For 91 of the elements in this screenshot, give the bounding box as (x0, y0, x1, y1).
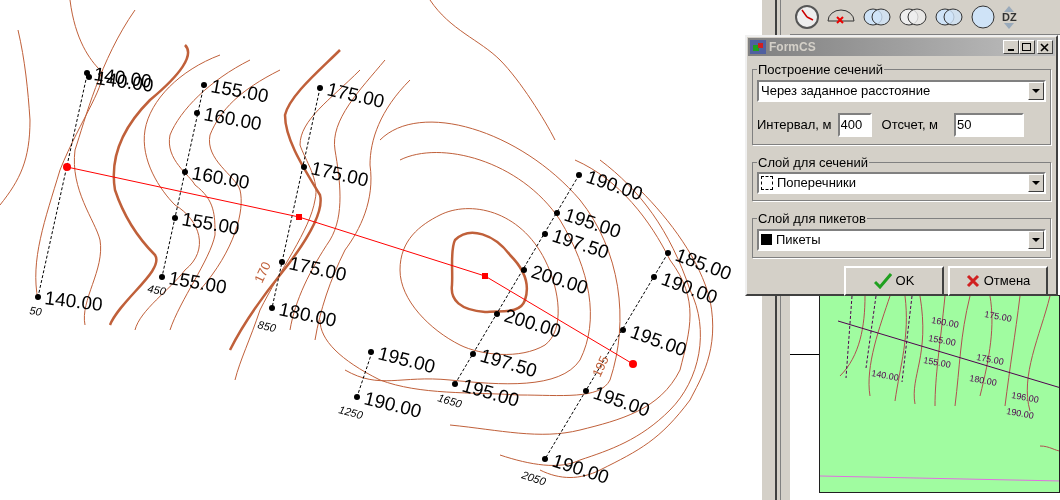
overlapping-circles-icon[interactable] (862, 7, 892, 27)
ok-button[interactable]: OK (844, 265, 944, 296)
station-label: 2050 (520, 468, 548, 488)
preview-label: 175.00 (975, 352, 1005, 367)
survey-point (470, 351, 476, 357)
survey-point (301, 164, 307, 170)
elevation-label: 175.00 (287, 252, 349, 286)
elevation-label: 200.00 (501, 304, 564, 342)
close-icon (1040, 42, 1050, 52)
elevation-label: 175.00 (309, 157, 371, 191)
survey-point (542, 231, 548, 237)
preview-label: 155.00 (922, 355, 952, 370)
elevation-label: 155.00 (167, 267, 229, 298)
field-label: Отсчет, м (881, 115, 939, 134)
minimize-button[interactable] (1003, 40, 1019, 54)
survey-point (354, 394, 360, 400)
elevation-label: 195.00 (376, 342, 438, 378)
dropdown[interactable]: Пикеты (757, 228, 1046, 251)
preview-label: 190.00 (1005, 406, 1035, 421)
preview-label: 180.00 (968, 373, 998, 388)
group-title: Слой для пикетов (757, 210, 867, 228)
elevation-label: 155.00 (180, 208, 242, 239)
overlapping-circles-icon[interactable] (898, 7, 928, 27)
maximize-icon (1022, 42, 1032, 52)
survey-point (279, 259, 285, 265)
clock-icon[interactable] (794, 4, 820, 30)
elevation-label: 190.00 (583, 165, 646, 205)
minimize-icon (1008, 48, 1014, 51)
up-arrow-icon (1004, 5, 1015, 12)
close-icon (965, 273, 980, 288)
survey-point (576, 172, 582, 178)
elevation-label: 160.00 (190, 162, 252, 194)
contour-label: 170 (251, 259, 274, 286)
survey-point (201, 82, 207, 88)
preview-label: 155.00 (927, 333, 957, 348)
elevation-label: 190.00 (549, 449, 612, 488)
station-label: 850 (256, 318, 278, 335)
survey-point (620, 327, 626, 333)
elevation-label: 190.00 (362, 387, 424, 422)
field-label: Интервал, м (757, 115, 832, 134)
dropdown-value: Пикеты (776, 230, 822, 249)
number-field[interactable]: 50 (954, 112, 1025, 137)
number-field[interactable]: 400 (837, 112, 872, 137)
survey-point (194, 110, 200, 116)
survey-point (542, 456, 548, 462)
elevation-label: 195.00 (627, 321, 690, 361)
dropdown[interactable]: Поперечники (757, 172, 1046, 194)
station-label: 450 (146, 282, 167, 298)
survey-point (554, 210, 560, 216)
survey-point (317, 85, 323, 91)
dropdown-value: Поперечники (777, 174, 858, 193)
survey-point (583, 388, 589, 394)
survey-point (182, 169, 188, 175)
dropdown[interactable]: Через заданное расстояние (757, 79, 1046, 102)
preview-label: 140.00 (870, 368, 900, 383)
preview-label: 160.00 (930, 315, 960, 330)
survey-point (159, 274, 165, 280)
survey-point (368, 349, 374, 355)
survey-point (521, 267, 527, 273)
preview-label: 175.00 (983, 309, 1013, 324)
station-label: 50 (28, 304, 43, 318)
elevation-label: 140.00 (43, 287, 104, 315)
app-icon (750, 40, 766, 54)
elevation-label: 180.00 (277, 298, 339, 331)
overlapping-circles-icon[interactable] (934, 7, 964, 27)
check-icon (873, 272, 892, 289)
close-button[interactable] (1037, 40, 1053, 54)
elevation-label: 200.00 (528, 260, 591, 299)
survey-point (651, 274, 657, 280)
group-title: Построение сечений (757, 61, 884, 79)
cancel-button[interactable]: Отмена (948, 265, 1048, 296)
dropdown-value: Через заданное расстояние (761, 81, 932, 100)
station-label: 1250 (337, 403, 365, 422)
contour-label: 195 (589, 353, 612, 380)
dz-button[interactable]: DZ (1002, 5, 1017, 29)
elevation-label: 197.50 (477, 344, 540, 382)
preview-label: 196.00 (1010, 390, 1040, 405)
survey-point (172, 215, 178, 221)
survey-point (452, 381, 458, 387)
survey-point (269, 305, 275, 311)
window-title: FormCS (769, 39, 817, 56)
elevation-label: 195.00 (590, 381, 653, 421)
survey-point (494, 311, 500, 317)
maximize-button[interactable] (1019, 40, 1035, 54)
station-label: 1650 (436, 391, 464, 410)
elevation-label: 175.00 (325, 78, 387, 112)
down-arrow-icon (1004, 22, 1015, 29)
survey-point (35, 294, 41, 300)
circle-icon[interactable] (970, 4, 996, 30)
group-title: Слой для сечений (757, 153, 870, 172)
survey-point (665, 250, 671, 256)
